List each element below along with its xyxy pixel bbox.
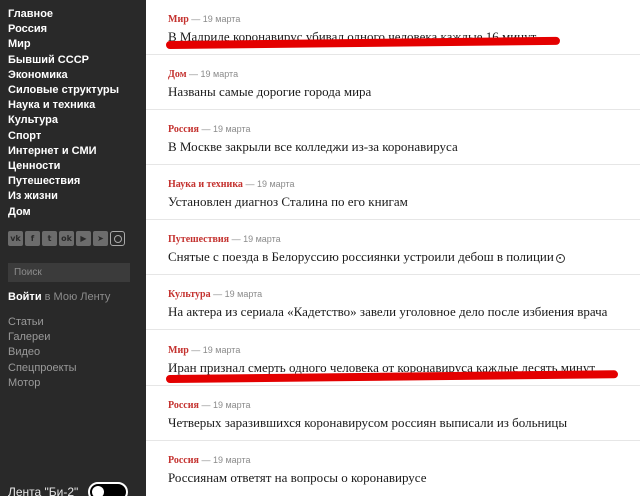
nav-item-russia[interactable]: Россия [8, 22, 119, 37]
news-item[interactable]: Россия — 19 марта Четверых заразившихся … [146, 386, 640, 441]
news-date: — 19 марта [231, 234, 281, 244]
news-item[interactable]: Наука и техника — 19 марта Установлен ди… [146, 165, 640, 220]
news-date: — 19 марта [191, 345, 241, 355]
login-link[interactable]: Войти [8, 291, 42, 303]
news-rubric[interactable]: Дом [168, 69, 187, 80]
news-rubric[interactable]: Путешествия [168, 234, 229, 245]
nav-item-galleries[interactable]: Галереи [8, 330, 77, 345]
news-date: — 19 марта [201, 124, 251, 134]
news-item[interactable]: Россия — 19 марта В Москве закрыли все к… [146, 110, 640, 165]
news-rubric[interactable]: Мир [168, 345, 189, 356]
nav-item-main[interactable]: Главное [8, 7, 119, 22]
nav-item-science[interactable]: Наука и техника [8, 98, 119, 113]
nav-item-life[interactable]: Из жизни [8, 189, 119, 204]
news-headline[interactable]: Четверых заразившихся коронавирусом росс… [168, 415, 567, 431]
news-date: — 19 марта [201, 400, 251, 410]
news-rubric[interactable]: Мир [168, 14, 189, 25]
news-headline[interactable]: Названы самые дорогие города мира [168, 84, 371, 100]
nav-item-economy[interactable]: Экономика [8, 68, 119, 83]
news-headline[interactable]: В Москве закрыли все колледжи из-за коро… [168, 139, 458, 155]
telegram-icon[interactable]: ➤ [93, 231, 108, 246]
instagram-icon[interactable] [110, 231, 125, 246]
nav-item-values[interactable]: Ценности [8, 159, 119, 174]
facebook-icon[interactable]: f [25, 231, 40, 246]
nav-item-special-projects[interactable]: Спецпроекты [8, 361, 77, 376]
youtube-icon[interactable]: ▶ [76, 231, 91, 246]
nav-item-video[interactable]: Видео [8, 345, 77, 360]
news-headline[interactable]: Установлен диагноз Сталина по его книгам [168, 194, 408, 210]
news-item[interactable]: Дом — 19 марта Названы самые дорогие гор… [146, 55, 640, 110]
odnoklassniki-icon[interactable]: ok [59, 231, 74, 246]
nav-item-security[interactable]: Силовые структуры [8, 83, 119, 98]
news-item[interactable]: Россия — 19 марта Россиянам ответят на в… [146, 441, 640, 496]
news-date: — 19 марта [201, 455, 251, 465]
news-date: — 19 марта [213, 289, 263, 299]
nav-item-home[interactable]: Дом [8, 205, 119, 220]
vk-icon[interactable]: vk [8, 231, 23, 246]
twitter-icon[interactable]: t [42, 231, 57, 246]
nav-item-articles[interactable]: Статьи [8, 315, 77, 330]
nav-item-sport[interactable]: Спорт [8, 129, 119, 144]
nav-item-internet-media[interactable]: Интернет и СМИ [8, 144, 119, 159]
news-headline[interactable]: Россиянам ответят на вопросы о коронавир… [168, 470, 427, 486]
search-input[interactable] [8, 263, 130, 282]
nav-item-culture[interactable]: Культура [8, 113, 119, 128]
sidebar-nav: Главное Россия Мир Бывший СССР Экономика… [8, 7, 119, 220]
social-links: vk f t ok ▶ ➤ [8, 231, 125, 246]
news-rubric[interactable]: Россия [168, 124, 199, 135]
news-date: — 19 марта [245, 179, 295, 189]
login-row: Войти в Мою Ленту [8, 291, 110, 303]
sidebar: Главное Россия Мир Бывший СССР Экономика… [0, 0, 146, 496]
news-item[interactable]: Культура — 19 марта На актера из сериала… [146, 275, 640, 330]
feed-toggle-row: Лента "Би-2" [8, 482, 129, 496]
news-rubric[interactable]: Россия [168, 455, 199, 466]
sidebar-secondary-nav: Статьи Галереи Видео Спецпроекты Мотор [8, 315, 77, 391]
news-date: — 19 марта [189, 69, 239, 79]
nav-item-former-ussr[interactable]: Бывший СССР [8, 53, 119, 68]
news-item[interactable]: Путешествия — 19 марта Снятые с поезда в… [146, 220, 640, 275]
news-headline[interactable]: Снятые с поезда в Белоруссию россиянки у… [168, 249, 554, 264]
news-feed: Мир — 19 марта В Мадриде коронавирус уби… [146, 0, 640, 496]
login-suffix: в Мою Ленту [41, 291, 111, 303]
news-rubric[interactable]: Наука и техника [168, 179, 243, 190]
record-icon [555, 253, 565, 263]
feed-toggle-label: Лента "Би-2" [8, 485, 79, 496]
news-rubric[interactable]: Культура [168, 289, 211, 300]
news-headline[interactable]: На актера из сериала «Кадетство» завели … [168, 304, 607, 320]
news-rubric[interactable]: Россия [168, 400, 199, 411]
nav-item-world[interactable]: Мир [8, 37, 119, 52]
news-headline-row: Снятые с поезда в Белоруссию россиянки у… [168, 249, 565, 265]
nav-item-travel[interactable]: Путешествия [8, 174, 119, 189]
feed-toggle-switch[interactable] [88, 482, 129, 496]
nav-item-motor[interactable]: Мотор [8, 376, 77, 391]
news-date: — 19 марта [191, 14, 241, 24]
